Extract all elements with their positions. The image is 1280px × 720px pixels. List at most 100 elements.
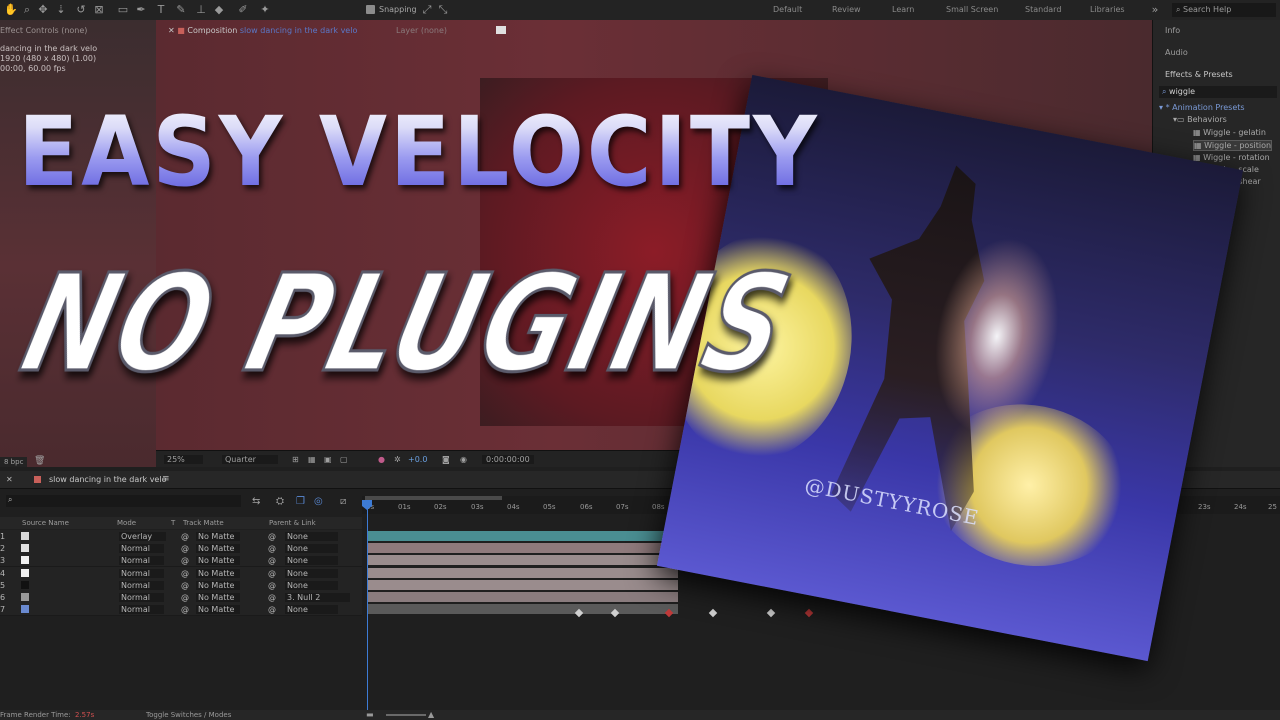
- pickwhip-icon[interactable]: @: [268, 556, 276, 565]
- track-matte-dropdown[interactable]: No Matte: [196, 605, 241, 615]
- workspace-review[interactable]: Review: [832, 5, 861, 14]
- track-matte-dropdown[interactable]: No Matte: [196, 532, 241, 541]
- blend-mode-dropdown[interactable]: Normal: [119, 544, 164, 554]
- region-of-interest-icon[interactable]: ▢: [340, 455, 348, 464]
- project-comp-name[interactable]: dancing in the dark velo: [0, 44, 97, 53]
- preset-wiggle-rotation[interactable]: ▦ Wiggle - rotation: [1193, 153, 1270, 162]
- parent-dropdown[interactable]: None: [285, 556, 338, 566]
- workspace-standard[interactable]: Standard: [1025, 5, 1061, 14]
- audio-tab[interactable]: Audio: [1165, 48, 1188, 57]
- blend-mode-dropdown[interactable]: Normal: [119, 580, 164, 590]
- effects-search-input[interactable]: ⌕ wiggle: [1159, 86, 1277, 98]
- composition-tab[interactable]: ✕ ■ Composition slow dancing in the dark…: [168, 26, 357, 35]
- zoom-in-icon[interactable]: ▲: [428, 710, 434, 719]
- pickwhip-icon[interactable]: @: [268, 593, 276, 602]
- layer-duration-bar[interactable]: [368, 579, 678, 590]
- effects-presets-tab[interactable]: Effects & Presets: [1165, 70, 1233, 79]
- pan-behind-tool-icon[interactable]: ⊠: [92, 3, 106, 17]
- work-area-bar[interactable]: [365, 496, 502, 500]
- col-parent-link[interactable]: Parent & Link: [269, 519, 316, 527]
- blend-mode-dropdown[interactable]: Normal: [119, 568, 164, 578]
- timeline-layer-row[interactable]: 1 Overlay @ No Matte @ None: [0, 530, 362, 543]
- close-icon[interactable]: ✕: [168, 26, 175, 35]
- layer-duration-bar[interactable]: [368, 592, 678, 602]
- behaviors-folder[interactable]: ▾▭ Behaviors: [1173, 115, 1227, 124]
- parent-dropdown[interactable]: None: [285, 568, 338, 578]
- track-matte-dropdown[interactable]: No Matte: [196, 568, 241, 578]
- workspace-libraries[interactable]: Libraries: [1090, 5, 1125, 14]
- hand-tool-icon[interactable]: ✋: [4, 3, 18, 17]
- pickwhip-icon[interactable]: @: [268, 569, 276, 578]
- layer-duration-bar[interactable]: [368, 567, 678, 578]
- parent-dropdown[interactable]: None: [285, 605, 338, 615]
- track-matte-dropdown[interactable]: No Matte: [196, 580, 241, 590]
- timeline-layer-row[interactable]: 7 Normal @ No Matte @ None: [0, 603, 362, 617]
- pickwhip-icon[interactable]: @: [268, 544, 276, 553]
- close-icon[interactable]: ✕: [6, 475, 13, 484]
- panel-menu-icon[interactable]: ≡: [162, 474, 170, 484]
- orbit-tool-icon[interactable]: ✥: [36, 3, 50, 17]
- blend-mode-dropdown[interactable]: Normal: [119, 556, 164, 566]
- col-source-name[interactable]: Source Name: [22, 519, 69, 527]
- pan-tool-icon[interactable]: ⇣: [54, 3, 68, 17]
- pickwhip-icon[interactable]: @: [181, 556, 189, 565]
- current-timecode[interactable]: 0:00:00:00: [482, 455, 534, 464]
- pickwhip-icon[interactable]: @: [181, 569, 189, 578]
- snapshot-camera-icon[interactable]: ◙: [442, 455, 450, 464]
- layer-tab[interactable]: Layer (none): [396, 26, 447, 35]
- layer-duration-bar[interactable]: [368, 604, 678, 615]
- show-snapshot-icon[interactable]: ◉: [460, 455, 467, 464]
- pickwhip-icon[interactable]: @: [268, 605, 276, 614]
- zoom-tool-icon[interactable]: ⌕: [20, 3, 34, 17]
- parent-dropdown[interactable]: None: [285, 580, 338, 590]
- animation-presets-folder[interactable]: ▾ * Animation Presets: [1159, 103, 1245, 112]
- bpc-indicator[interactable]: 8 bpc: [0, 457, 28, 467]
- layer-duration-bar[interactable]: [368, 543, 678, 554]
- exposure-value[interactable]: +0.0: [408, 455, 427, 464]
- pickwhip-icon[interactable]: @: [181, 593, 189, 602]
- layer-duration-bar[interactable]: [368, 531, 678, 541]
- grid-toggle-icon[interactable]: ⊞: [292, 455, 299, 464]
- timeline-tab[interactable]: slow dancing in the dark velo: [49, 475, 166, 484]
- pickwhip-icon[interactable]: @: [268, 581, 276, 590]
- lock-icon[interactable]: ■: [177, 26, 185, 35]
- search-help-field[interactable]: ⌕ Search Help: [1172, 3, 1276, 17]
- timeline-layer-row[interactable]: 2 Normal @ No Matte @ None: [0, 542, 362, 556]
- track-matte-dropdown[interactable]: No Matte: [196, 593, 241, 602]
- trash-icon[interactable]: 🗑: [34, 456, 45, 466]
- motion-blur-icon[interactable]: ◎: [314, 496, 323, 507]
- zoom-out-icon[interactable]: ▬: [366, 710, 374, 719]
- frame-blending-icon[interactable]: ❐: [296, 496, 305, 507]
- timeline-zoom-slider[interactable]: [386, 714, 426, 716]
- snap-feature-icon[interactable]: ⤡: [436, 3, 450, 17]
- col-track-matte[interactable]: Track Matte: [183, 519, 224, 527]
- exposure-reset-icon[interactable]: ✲: [394, 455, 401, 464]
- type-tool-icon[interactable]: T: [154, 3, 168, 17]
- zoom-dropdown[interactable]: 25%: [164, 455, 203, 464]
- parent-dropdown[interactable]: None: [285, 532, 338, 541]
- rectangle-tool-icon[interactable]: ▭: [116, 3, 130, 17]
- blend-mode-dropdown[interactable]: Normal: [119, 605, 164, 615]
- col-mode[interactable]: Mode: [117, 519, 136, 527]
- eraser-tool-icon[interactable]: ◆: [212, 3, 226, 17]
- blend-mode-dropdown[interactable]: Normal: [119, 593, 164, 602]
- mask-toggle-icon[interactable]: ▣: [324, 455, 332, 464]
- track-matte-dropdown[interactable]: No Matte: [196, 544, 241, 554]
- preset-wiggle-gelatin[interactable]: ▦ Wiggle - gelatin: [1193, 128, 1266, 137]
- blend-mode-dropdown[interactable]: Overlay: [119, 532, 167, 541]
- workspace-default[interactable]: Default: [773, 5, 802, 14]
- resolution-dropdown[interactable]: Quarter: [222, 455, 278, 464]
- preset-wiggle-position[interactable]: ▦ Wiggle - position: [1193, 140, 1273, 151]
- toggle-switches-modes[interactable]: Toggle Switches / Modes: [146, 711, 231, 719]
- info-tab[interactable]: Info: [1165, 26, 1180, 35]
- transparency-grid-icon[interactable]: ▦: [308, 455, 316, 464]
- draft-3d-icon[interactable]: ⛭: [276, 496, 284, 507]
- brush-tool-icon[interactable]: ✎: [174, 3, 188, 17]
- col-t[interactable]: T: [171, 519, 175, 527]
- layer-duration-bar[interactable]: [368, 555, 678, 566]
- timeline-layer-row[interactable]: 3 Normal @ No Matte @ None: [0, 554, 362, 568]
- comp-mini-flowchart-icon[interactable]: ⇆: [252, 496, 260, 507]
- snapping-checkbox[interactable]: [366, 5, 375, 14]
- pickwhip-icon[interactable]: @: [181, 544, 189, 553]
- clone-stamp-tool-icon[interactable]: ⊥: [194, 3, 208, 17]
